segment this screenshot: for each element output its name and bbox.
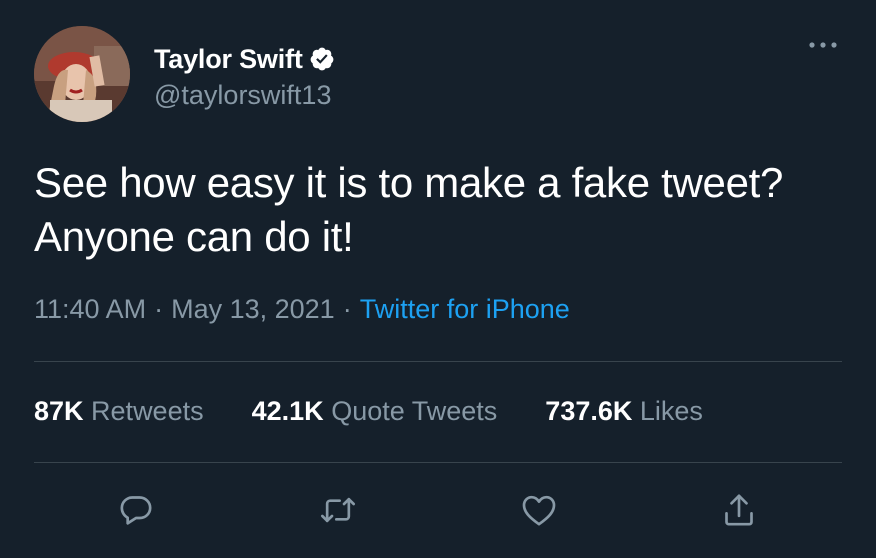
user-handle[interactable]: @taylorswift13 [154,80,331,111]
user-name-row[interactable]: Taylor Swift [154,42,335,76]
likes-stat[interactable]: 737.6K Likes [545,396,703,427]
avatar[interactable] [34,26,130,122]
heart-icon [522,495,556,526]
more-dots-icon[interactable] [806,36,840,54]
reply-button[interactable] [116,490,156,530]
retweets-count: 87K [34,396,84,426]
quote-tweets-count: 42.1K [251,396,324,426]
quote-tweets-stat[interactable]: 42.1K Quote Tweets [252,396,498,427]
tweet-card: Taylor Swift @taylorswift13 See how easy… [0,0,876,558]
retweets-label: Retweets [91,396,204,426]
tweet-source-link[interactable]: Twitter for iPhone [360,294,570,324]
share-button[interactable] [719,490,759,530]
reply-icon [120,496,152,525]
retweet-button[interactable] [318,490,358,530]
meta-separator: · [154,294,164,324]
divider [34,462,842,463]
tweet-date[interactable]: May 13, 2021 [171,294,335,324]
profile-photo-icon [34,26,130,122]
retweet-icon [321,497,355,523]
share-icon [725,494,753,526]
tweet-meta: 11:40 AM · May 13, 2021 · Twitter for iPhone [34,294,570,325]
likes-count: 737.6K [545,396,633,426]
tweet-time[interactable]: 11:40 AM [34,294,146,324]
retweets-stat[interactable]: 87K Retweets [34,396,204,427]
tweet-stats: 87K Retweets 42.1K Quote Tweets 737.6K L… [34,396,703,427]
quote-tweets-label: Quote Tweets [331,396,498,426]
verified-badge-icon [309,46,335,72]
meta-separator: · [342,294,352,324]
divider [34,361,842,362]
likes-label: Likes [639,396,703,426]
tweet-text: See how easy it is to make a fake tweet?… [34,159,784,260]
like-button[interactable] [519,490,559,530]
display-name[interactable]: Taylor Swift [154,44,303,75]
